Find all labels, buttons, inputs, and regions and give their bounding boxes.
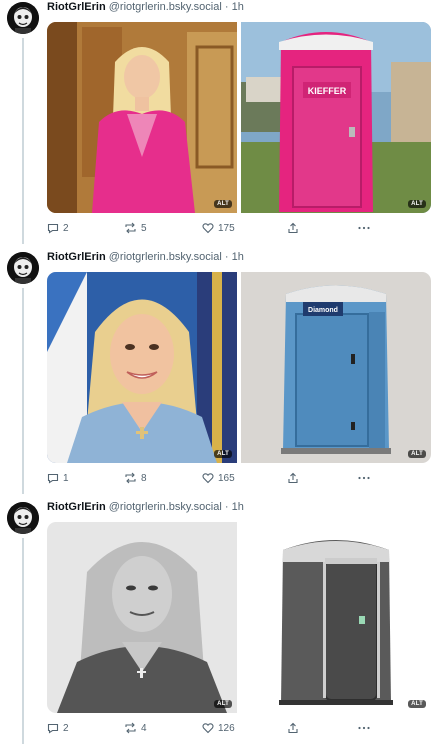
- separator: ·: [224, 501, 229, 513]
- avatar[interactable]: [7, 252, 39, 284]
- reply-icon: [47, 722, 59, 734]
- post-header: RiotGrlErin @riotgrlerin.bsky.social · 1…: [47, 0, 244, 14]
- thread-line: [22, 38, 24, 244]
- repost-button[interactable]: 4: [124, 722, 147, 734]
- separator: ·: [224, 1, 229, 13]
- reply-button[interactable]: 2: [47, 722, 69, 734]
- post-image[interactable]: ALT: [47, 522, 237, 713]
- author-handle[interactable]: @riotgrlerin.bsky.social: [109, 251, 222, 263]
- post[interactable]: RiotGrlErin @riotgrlerin.bsky.social · 1…: [0, 250, 438, 500]
- thread-line: [22, 538, 24, 744]
- author-handle[interactable]: @riotgrlerin.bsky.social: [109, 1, 222, 13]
- image-gallery: ALT KIEFFER ALT: [47, 22, 433, 213]
- like-count: 165: [218, 472, 235, 484]
- heart-icon: [202, 722, 214, 734]
- post-image[interactable]: Diamond ALT: [241, 272, 431, 463]
- post-time[interactable]: 1h: [232, 1, 244, 13]
- post-time[interactable]: 1h: [232, 501, 244, 513]
- alt-badge[interactable]: ALT: [214, 450, 232, 458]
- share-button[interactable]: [287, 222, 299, 234]
- reply-button[interactable]: 1: [47, 472, 69, 484]
- reply-count: 2: [63, 722, 69, 734]
- post[interactable]: RiotGrlErin @riotgrlerin.bsky.social · 1…: [0, 500, 438, 750]
- reply-icon: [47, 472, 59, 484]
- like-count: 175: [218, 222, 235, 234]
- thread-line: [22, 288, 24, 494]
- more-icon: [357, 222, 371, 234]
- alt-badge[interactable]: ALT: [408, 450, 426, 458]
- avatar[interactable]: [7, 502, 39, 534]
- image-gallery: ALT Diamond ALT: [47, 272, 433, 463]
- repost-count: 8: [141, 472, 147, 484]
- post-image[interactable]: ALT: [47, 22, 237, 213]
- repost-count: 4: [141, 722, 147, 734]
- more-button[interactable]: [357, 472, 371, 484]
- more-button[interactable]: [357, 722, 371, 734]
- post-header: RiotGrlErin @riotgrlerin.bsky.social · 1…: [47, 500, 244, 514]
- share-icon: [287, 222, 299, 234]
- more-icon: [357, 472, 371, 484]
- alt-badge[interactable]: ALT: [408, 200, 426, 208]
- share-button[interactable]: [287, 472, 299, 484]
- repost-icon: [124, 472, 137, 484]
- heart-icon: [202, 472, 214, 484]
- alt-badge[interactable]: ALT: [214, 200, 232, 208]
- action-bar: 2 4 126: [47, 722, 377, 736]
- post-image[interactable]: KIEFFER ALT: [241, 22, 431, 213]
- share-icon: [287, 722, 299, 734]
- author-name[interactable]: RiotGrlErin: [47, 1, 106, 13]
- repost-button[interactable]: 8: [124, 472, 147, 484]
- share-icon: [287, 472, 299, 484]
- author-handle[interactable]: @riotgrlerin.bsky.social: [109, 501, 222, 513]
- post-time[interactable]: 1h: [232, 251, 244, 263]
- image-gallery: ALT ALT: [47, 522, 433, 713]
- reply-count: 1: [63, 472, 69, 484]
- post-image[interactable]: ALT: [47, 272, 237, 463]
- post-image[interactable]: ALT: [241, 522, 431, 713]
- repost-button[interactable]: 5: [124, 222, 147, 234]
- reply-icon: [47, 222, 59, 234]
- like-count: 126: [218, 722, 235, 734]
- repost-icon: [124, 222, 137, 234]
- reply-button[interactable]: 2: [47, 222, 69, 234]
- action-bar: 2 5 175: [47, 222, 377, 236]
- like-button[interactable]: 165: [202, 472, 235, 484]
- like-button[interactable]: 175: [202, 222, 235, 234]
- action-bar: 1 8 165: [47, 472, 377, 486]
- separator: ·: [224, 251, 229, 263]
- author-name[interactable]: RiotGrlErin: [47, 501, 106, 513]
- like-button[interactable]: 126: [202, 722, 235, 734]
- alt-badge[interactable]: ALT: [214, 700, 232, 708]
- reply-count: 2: [63, 222, 69, 234]
- share-button[interactable]: [287, 722, 299, 734]
- post-header: RiotGrlErin @riotgrlerin.bsky.social · 1…: [47, 250, 244, 264]
- post[interactable]: RiotGrlErin @riotgrlerin.bsky.social · 1…: [0, 0, 438, 250]
- alt-badge[interactable]: ALT: [408, 700, 426, 708]
- author-name[interactable]: RiotGrlErin: [47, 251, 106, 263]
- heart-icon: [202, 222, 214, 234]
- repost-icon: [124, 722, 137, 734]
- porta-label: KIEFFER: [308, 86, 347, 96]
- avatar[interactable]: [7, 2, 39, 34]
- more-icon: [357, 722, 371, 734]
- more-button[interactable]: [357, 222, 371, 234]
- repost-count: 5: [141, 222, 147, 234]
- porta-label: Diamond: [308, 307, 338, 314]
